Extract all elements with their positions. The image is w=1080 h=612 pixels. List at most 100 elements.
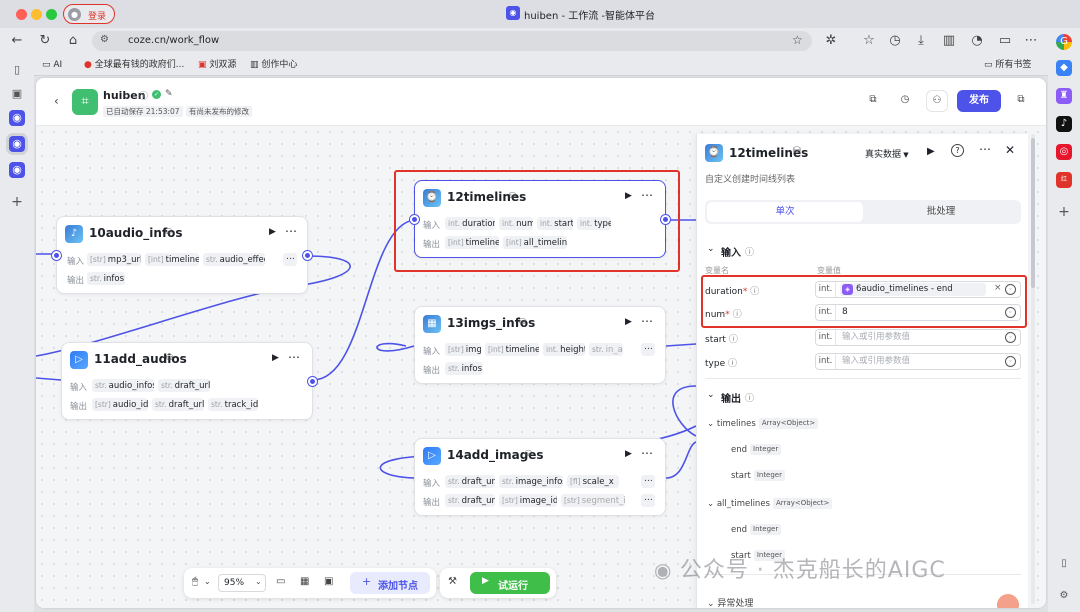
settings-gear-icon[interactable]: ⚙	[1056, 588, 1072, 604]
info-icon[interactable]: ⓘ	[745, 245, 754, 258]
history-clock-icon[interactable]: ◷	[894, 90, 916, 112]
copy-icon[interactable]: ⧉	[862, 90, 884, 112]
tab-batch[interactable]: 批处理	[863, 202, 1019, 222]
bookmark-item-2[interactable]: ▣ 刘双源	[198, 57, 236, 73]
help-icon[interactable]: ?	[951, 144, 964, 157]
extensions-icon[interactable]: ✲	[822, 32, 840, 50]
layout-icon[interactable]: ▦	[300, 576, 309, 587]
debug-tool-icon[interactable]: ⚒	[448, 576, 457, 587]
output-port[interactable]	[303, 251, 312, 260]
param-duration-field[interactable]: int. ◈ 6audio_timelines - end × ◦	[815, 281, 1021, 298]
bookmark-star-icon[interactable]: ☆	[792, 33, 803, 47]
publish-button[interactable]: 发布	[957, 90, 1001, 112]
data-mode-select[interactable]: 真实数据 ▼	[865, 147, 909, 160]
sidebar-layout-icon[interactable]: ▯	[1056, 556, 1072, 572]
reference-toggle-icon[interactable]: ◦	[1005, 356, 1016, 367]
more-icon[interactable]: ⋯	[641, 314, 654, 328]
output-timelines[interactable]: ⌄ timelines Array<Object>	[707, 418, 819, 429]
sidebar-toggle-icon[interactable]: ▯	[9, 62, 25, 78]
more-inputs-icon[interactable]: ⋯	[641, 475, 655, 488]
menu-icon[interactable]: ⋯	[1022, 32, 1040, 50]
address-bar[interactable]: ⚙ coze.cn/work_flow ☆	[92, 31, 812, 51]
url-text[interactable]: coze.cn/work_flow	[128, 35, 219, 46]
diamond-extension-icon[interactable]: ◆	[1056, 60, 1072, 76]
node-imgs-infos[interactable]: ▦ 13imgs_infos ⛁ ▶ ⋯ 输入 [str]imgs [int]t…	[414, 306, 666, 384]
edit-icon[interactable]: ✎	[165, 89, 173, 99]
back-icon[interactable]: ←	[8, 32, 26, 50]
param-num-field[interactable]: int. 8 ◦	[815, 304, 1021, 321]
param-start-field[interactable]: int. 输入或引用参数值 ◦	[815, 329, 1021, 346]
maximize-window-button[interactable]	[46, 9, 57, 20]
run-node-icon[interactable]: ▶	[625, 317, 632, 327]
coze-tab-icon-2[interactable]: ◉	[9, 162, 25, 178]
google-icon[interactable]: G	[1056, 34, 1072, 50]
add-node-button[interactable]: + 添加节点	[350, 572, 430, 594]
chevron-down-icon[interactable]: ⌄	[204, 577, 211, 586]
run-node-icon[interactable]: ▶	[269, 227, 276, 237]
param-type-field[interactable]: int. 输入或引用参数值 ◦	[815, 353, 1021, 370]
tab-actions-icon[interactable]: ▣	[9, 86, 25, 102]
param-num-value[interactable]: 8	[842, 305, 848, 320]
bookmark-item-1[interactable]: ● 全球最有钱的政府们...	[84, 57, 184, 73]
xiaohongshu-icon[interactable]: 红	[1056, 172, 1072, 188]
close-window-button[interactable]	[16, 9, 27, 20]
login-button[interactable]: ● 登录	[63, 4, 115, 24]
chess-extension-icon[interactable]: ♜	[1056, 88, 1072, 104]
new-tab-icon[interactable]: +	[9, 194, 25, 210]
home-icon[interactable]: ⌂	[64, 32, 82, 50]
info-icon[interactable]: ⓘ	[745, 391, 754, 404]
weibo-icon[interactable]: ◎	[1056, 144, 1072, 160]
pointer-mode-icon[interactable]: 🖱	[192, 576, 198, 587]
output-all-timelines[interactable]: ⌄ all_timelines Array<Object>	[707, 498, 833, 509]
test-run-button[interactable]: ▶ 试运行	[470, 572, 550, 594]
run-node-icon[interactable]: ▶	[927, 146, 935, 157]
back-chevron-icon[interactable]: ‹	[54, 94, 59, 108]
tiktok-icon[interactable]: ♪	[1056, 116, 1072, 132]
node-add-audios[interactable]: ▷ 11add_audios ⛁ ▶ ⋯ 输入 str. audio_infos …	[61, 342, 317, 420]
more-inputs-icon[interactable]: ⋯	[641, 343, 655, 356]
scrollbar-thumb[interactable]	[1031, 138, 1035, 288]
tab-single[interactable]: 单次	[707, 202, 863, 222]
panel-scrollbar[interactable]	[1031, 134, 1035, 604]
zoom-select[interactable]: 95% ⌄	[218, 574, 266, 592]
info-icon[interactable]: ⓘ	[139, 89, 148, 102]
add-extension-icon[interactable]: +	[1056, 204, 1072, 220]
clear-icon[interactable]: ×	[994, 283, 1002, 293]
comment-icon[interactable]: ▭	[276, 576, 285, 587]
run-node-icon[interactable]: ▶	[625, 449, 632, 459]
collaborators-icon[interactable]: ⚇	[926, 90, 948, 112]
output-port[interactable]	[308, 377, 317, 386]
coze-active-tab-icon[interactable]: ◉	[9, 136, 25, 152]
minimap-icon[interactable]: ▣	[324, 576, 333, 587]
minimize-window-button[interactable]	[31, 9, 42, 20]
run-node-icon[interactable]: ▶	[625, 191, 632, 201]
bookmark-folder-ai[interactable]: ▭ AI	[42, 57, 62, 73]
node-timelines[interactable]: ⌚ 12timelines ⛁ ▶ ⋯ 输入 int. duration int.…	[410, 180, 670, 258]
more-icon[interactable]: ⋯	[285, 224, 298, 238]
favorites-icon[interactable]: ☆	[860, 32, 878, 50]
all-bookmarks[interactable]: ▭ 所有书签	[984, 57, 1031, 73]
reference-toggle-icon[interactable]: ◦	[1005, 284, 1016, 295]
assistant-avatar[interactable]	[997, 594, 1019, 608]
close-icon[interactable]: ✕	[1005, 143, 1015, 157]
chevron-down-icon[interactable]: ⌄	[707, 244, 715, 254]
wallet-icon[interactable]: ▭	[996, 32, 1014, 50]
history-icon[interactable]: ◷	[886, 32, 904, 50]
download-icon[interactable]: ⤓	[912, 32, 930, 50]
output-port[interactable]	[661, 215, 670, 224]
more-inputs-icon[interactable]: ⋯	[283, 253, 297, 266]
coze-tab-icon[interactable]: ◉	[9, 110, 25, 126]
reference-toggle-icon[interactable]: ◦	[1005, 332, 1016, 343]
performance-icon[interactable]: ◔	[968, 32, 986, 50]
reference-value-chip[interactable]: ◈ 6audio_timelines - end	[840, 283, 986, 296]
node-audio-infos[interactable]: ♪ 10audio_infos ⛁ ▶ ⋯ 输入 [str]mp3_urls […	[52, 216, 312, 294]
split-view-icon[interactable]: ▥	[940, 32, 958, 50]
reload-icon[interactable]: ↻	[36, 32, 54, 50]
node-add-images[interactable]: ▷ 14add_images ⛁ ▶ ⋯ 输入 str. draft_url st…	[414, 438, 666, 516]
reference-toggle-icon[interactable]: ◦	[1005, 307, 1016, 318]
bookmark-item-3[interactable]: ▥ 创作中心	[250, 57, 297, 73]
site-info-icon[interactable]: ⚙	[100, 34, 109, 45]
duplicate-icon[interactable]: ⧉	[1010, 90, 1032, 112]
more-icon[interactable]: ⋯	[979, 142, 991, 156]
chevron-down-icon[interactable]: ⌄	[707, 390, 715, 400]
